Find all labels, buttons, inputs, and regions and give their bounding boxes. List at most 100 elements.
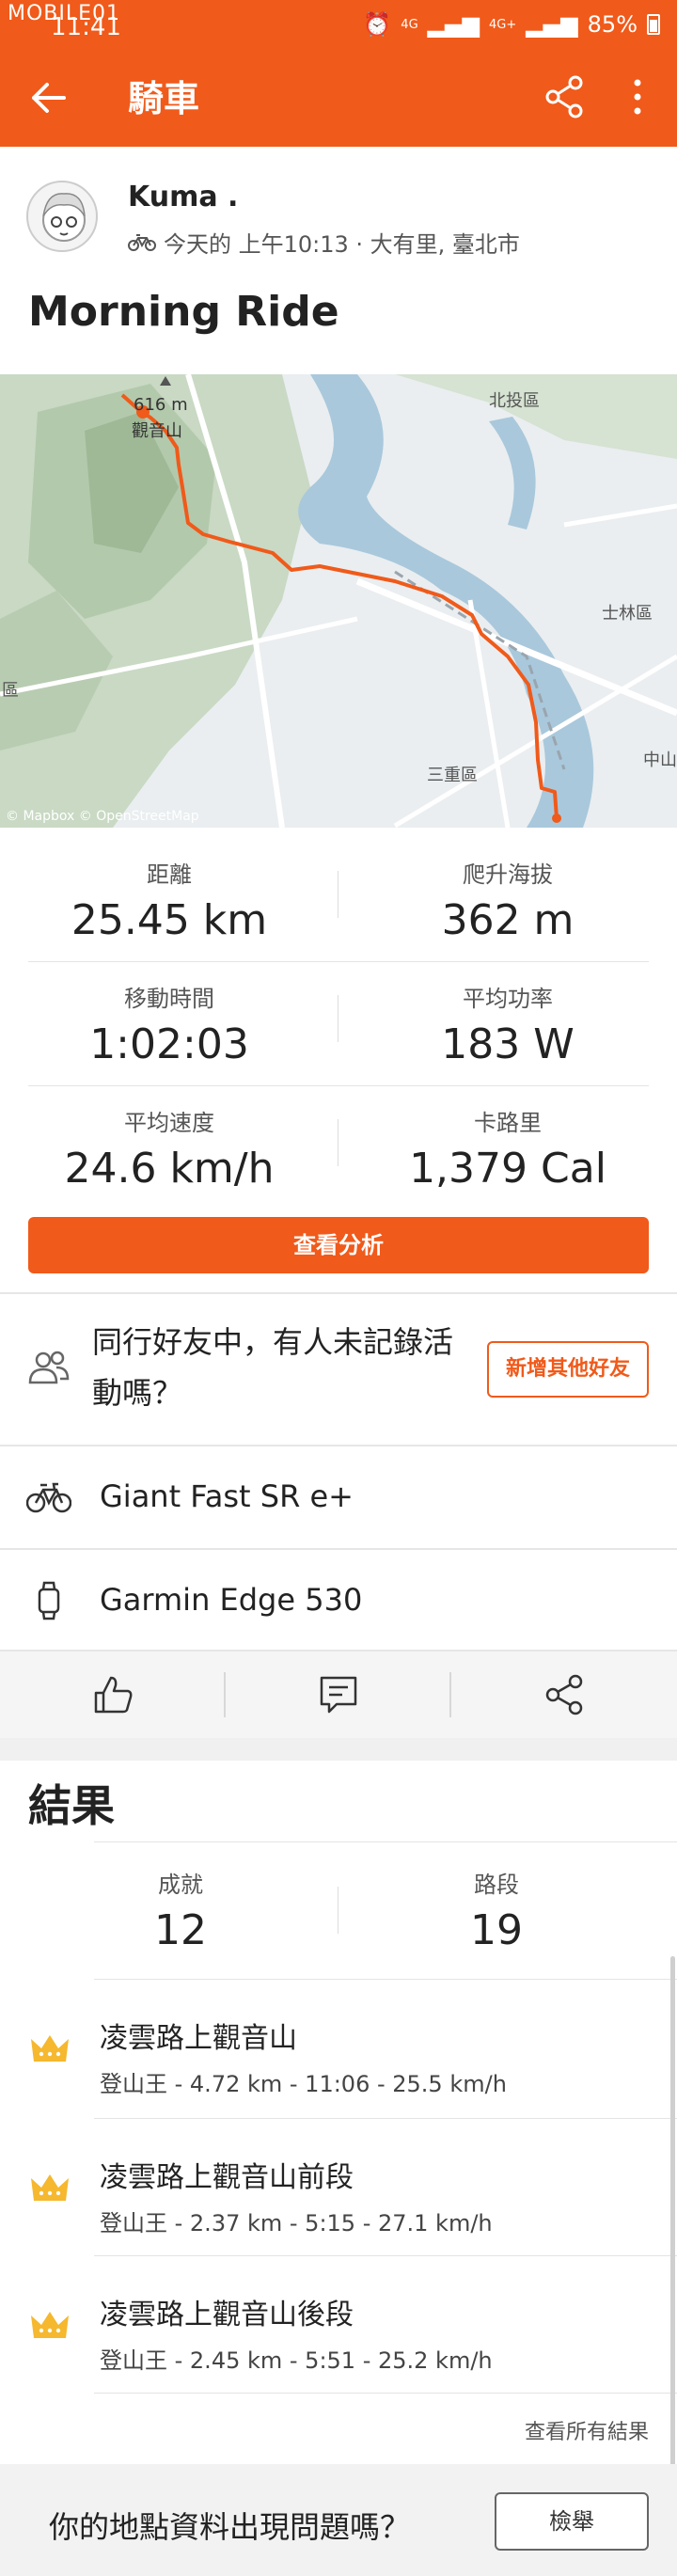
- alarm-icon: ⏰: [363, 11, 392, 38]
- map-label-zhongshan: 中山: [643, 751, 677, 770]
- segment-row[interactable]: 凌雲路上觀音山前段 登山王 - 2.37 km - 5:15 - 27.1 km…: [0, 2120, 677, 2257]
- crown-icon: [31, 2174, 69, 2201]
- watch-icon: [38, 1581, 60, 1620]
- action-divider: [449, 1672, 451, 1717]
- segment-name: 凌雲路上觀音山: [100, 2022, 297, 2055]
- stat-row-divider: [28, 961, 649, 962]
- stat-value: 24.6 km/h: [64, 1145, 275, 1193]
- section-gap: [0, 1738, 677, 1761]
- network-indicator-2: 4G+: [489, 17, 517, 32]
- bike-row[interactable]: Giant Fast SR e+: [0, 1446, 677, 1548]
- kudos-thumbs-up-icon[interactable]: [90, 1672, 135, 1717]
- segments-stat: 路段 19: [327, 1866, 666, 1954]
- segment-info: 登山王 - 2.37 km - 5:15 - 27.1 km/h: [100, 2210, 493, 2236]
- segments-label: 路段: [474, 1872, 519, 1898]
- segment-divider: [94, 2393, 677, 2394]
- map-attribution[interactable]: © Mapbox © OpenStreetMap: [6, 809, 199, 824]
- crown-icon: [31, 2035, 69, 2062]
- report-button[interactable]: 檢舉: [495, 2492, 649, 2551]
- add-friends-button[interactable]: 新增其他好友: [487, 1341, 649, 1398]
- stat-value: 1:02:03: [89, 1020, 249, 1068]
- stat-label: 移動時間: [124, 986, 214, 1012]
- action-bar: [0, 1651, 677, 1738]
- stat-label: 平均速度: [124, 1110, 214, 1136]
- map-label-peak: 616 m: [134, 395, 188, 415]
- page-title: 騎車: [128, 78, 200, 119]
- athlete-header: Kuma . 今天的 上午10:13 · 大有里, 臺北市: [0, 147, 677, 278]
- stat-value: 1,379 Cal: [409, 1145, 606, 1193]
- bike-icon: [128, 233, 156, 251]
- scrollbar[interactable]: [670, 1956, 675, 2511]
- friends-prompt: 同行好友中，有人未記錄活動嗎？: [92, 1324, 454, 1411]
- action-divider: [224, 1672, 226, 1717]
- status-icons: ⏰ 4G ▂▄▆ 4G+ ▂▄▆ 85%: [363, 11, 660, 38]
- results-title: 結果: [28, 1780, 115, 1831]
- people-icon: [28, 1351, 70, 1384]
- activity-title: Morning Ride: [28, 288, 339, 336]
- stat-label: 距離: [147, 861, 192, 888]
- stat-label: 平均功率: [463, 986, 553, 1012]
- add-friends-row: 同行好友中，有人未記錄活動嗎？ 新增其他好友: [0, 1294, 677, 1445]
- back-arrow-icon[interactable]: [30, 81, 68, 115]
- stat-row-divider: [28, 1085, 649, 1086]
- bike-icon: [26, 1482, 71, 1513]
- activity-stats: 距離 25.45 km 爬升海拔 362 m 移動時間 1:02:03 平均功率…: [0, 828, 677, 1204]
- segment-divider: [94, 2255, 677, 2256]
- map-label-beitou: 北投區: [489, 391, 540, 411]
- crown-icon: [31, 2312, 69, 2338]
- segment-name: 凌雲路上觀音山前段: [100, 2161, 354, 2194]
- signal-icon-2: ▂▄▆: [526, 11, 578, 38]
- segments-value: 19: [470, 1906, 523, 1954]
- stat-avg-power: 平均功率 183 W: [338, 980, 677, 1068]
- battery-percent: 85%: [587, 11, 638, 38]
- device-row: Garmin Edge 530: [0, 1550, 677, 1651]
- stat-value: 25.45 km: [71, 896, 268, 944]
- report-question: 你的地點資料出現問題嗎？: [49, 2509, 411, 2545]
- segment-name: 凌雲路上觀音山後段: [100, 2299, 354, 2331]
- segment-divider: [94, 1979, 677, 1980]
- map-label-sanchong: 三重區: [427, 766, 478, 785]
- status-time: 11:41: [51, 13, 121, 41]
- stat-elevation: 爬升海拔 362 m: [338, 856, 677, 944]
- segment-info: 登山王 - 2.45 km - 5:51 - 25.2 km/h: [100, 2347, 493, 2374]
- achievements-stat: 成就 12: [11, 1866, 350, 1954]
- battery-icon: [647, 14, 660, 35]
- report-location-band: 你的地點資料出現問題嗎？ 檢舉: [0, 2464, 677, 2576]
- signal-icon: ▂▄▆: [427, 11, 480, 38]
- view-analysis-button[interactable]: 查看分析: [28, 1217, 649, 1273]
- stat-label: 卡路里: [474, 1110, 542, 1136]
- achievements-value: 12: [154, 1906, 207, 1954]
- results-summary: 成就 12 路段 19: [0, 1843, 677, 1984]
- achievements-label: 成就: [158, 1872, 203, 1898]
- more-options-icon[interactable]: [626, 75, 649, 119]
- activity-meta-text: 今天的 上午10:13 · 大有里, 臺北市: [164, 231, 520, 258]
- segment-row[interactable]: 凌雲路上觀音山 登山王 - 4.72 km - 11:06 - 25.5 km/…: [0, 1981, 677, 2118]
- share-icon[interactable]: [543, 75, 585, 119]
- segment-info: 登山王 - 4.72 km - 11:06 - 25.5 km/h: [100, 2071, 507, 2097]
- network-indicator-1: 4G: [401, 17, 418, 32]
- map-label-guanyin: 觀音山: [132, 421, 182, 441]
- stat-value: 183 W: [441, 1020, 575, 1068]
- share-icon[interactable]: [542, 1672, 587, 1717]
- athlete-name[interactable]: Kuma .: [128, 181, 238, 213]
- stat-label: 爬升海拔: [463, 861, 553, 888]
- comment-icon[interactable]: [316, 1672, 361, 1717]
- segment-row[interactable]: 凌雲路上觀音山後段 登山王 - 2.45 km - 5:51 - 25.2 km…: [0, 2257, 677, 2394]
- device-name: Garmin Edge 530: [100, 1582, 363, 1618]
- stat-value: 362 m: [441, 896, 575, 944]
- segment-divider: [94, 2118, 677, 2119]
- bike-name: Giant Fast SR e+: [100, 1478, 354, 1514]
- activity-meta: 今天的 上午10:13 · 大有里, 臺北市: [128, 226, 520, 259]
- stat-moving-time: 移動時間 1:02:03: [0, 980, 338, 1068]
- view-all-results-link[interactable]: 查看所有結果: [525, 2415, 649, 2445]
- stat-calories: 卡路里 1,379 Cal: [338, 1104, 677, 1193]
- map-label-district: 區: [2, 681, 19, 701]
- stat-avg-speed: 平均速度 24.6 km/h: [0, 1104, 338, 1193]
- app-bar: 騎車: [0, 47, 677, 147]
- route-map[interactable]: 616 m 觀音山 北投區 士林區 三重區 中山 區 © Mapbox © Op…: [0, 374, 677, 828]
- stat-distance: 距離 25.45 km: [0, 856, 338, 944]
- map-label-shilin: 士林區: [602, 604, 653, 624]
- status-bar: MOBILE01 11:41 ⏰ 4G ▂▄▆ 4G+ ▂▄▆ 85%: [0, 0, 677, 47]
- map-canvas[interactable]: [0, 374, 677, 828]
- avatar[interactable]: [26, 181, 98, 252]
